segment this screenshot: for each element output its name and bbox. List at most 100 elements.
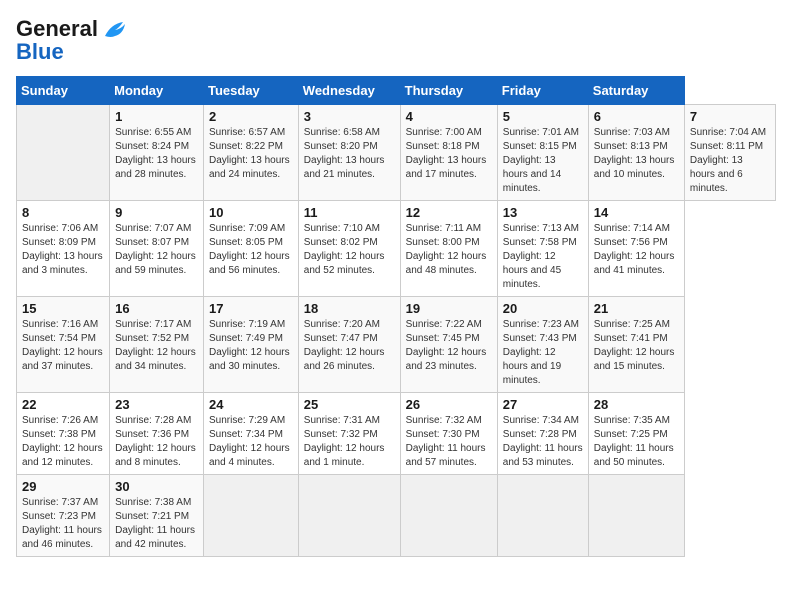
day-number: 28 — [594, 397, 679, 412]
day-number: 12 — [406, 205, 492, 220]
day-header-thursday: Thursday — [400, 77, 497, 105]
calendar-day-cell: 12 Sunrise: 7:11 AMSunset: 8:00 PMDayligh… — [400, 201, 497, 297]
day-number: 26 — [406, 397, 492, 412]
day-number: 19 — [406, 301, 492, 316]
day-info: Sunrise: 7:26 AMSunset: 7:38 PMDaylight:… — [22, 414, 104, 470]
calendar-day-cell — [298, 475, 400, 557]
day-number: 2 — [209, 109, 293, 124]
day-info: Sunrise: 7:35 AMSunset: 7:25 PMDaylight:… — [594, 414, 679, 470]
day-info: Sunrise: 6:55 AMSunset: 8:24 PMDaylight:… — [115, 126, 198, 182]
day-number: 30 — [115, 479, 198, 494]
calendar-day-cell: 9Sunrise: 7:07 AMSunset: 8:07 PMDaylight… — [110, 201, 204, 297]
day-header-friday: Friday — [497, 77, 588, 105]
calendar-day-cell: 3 Sunrise: 6:58 AMSunset: 8:20 PMDaylight… — [298, 105, 400, 201]
calendar-day-cell: 28 Sunrise: 7:35 AMSunset: 7:25 PMDayligh… — [588, 393, 684, 475]
day-info: Sunrise: 7:28 AMSunset: 7:36 PMDaylight:… — [115, 414, 198, 470]
day-info: Sunrise: 6:58 AMSunset: 8:20 PMDaylight:… — [304, 126, 395, 182]
day-number: 17 — [209, 301, 293, 316]
calendar-day-cell: 1 Sunrise: 6:55 AMSunset: 8:24 PMDaylight… — [110, 105, 204, 201]
calendar-day-cell: 2 Sunrise: 6:57 AMSunset: 8:22 PMDaylight… — [204, 105, 299, 201]
calendar-day-cell: 18 Sunrise: 7:20 AMSunset: 7:47 PMDayligh… — [298, 297, 400, 393]
day-info: Sunrise: 7:14 AMSunset: 7:56 PMDaylight:… — [594, 222, 679, 278]
calendar-day-cell — [400, 475, 497, 557]
calendar-day-cell: 29 Sunrise: 7:37 AMSunset: 7:23 PMDayligh… — [17, 475, 110, 557]
day-number: 18 — [304, 301, 395, 316]
calendar-week-row: 8 Sunrise: 7:06 AMSunset: 8:09 PMDaylight… — [17, 201, 776, 297]
calendar-header-row: SundayMondayTuesdayWednesdayThursdayFrid… — [17, 77, 776, 105]
calendar-day-cell: 4Sunrise: 7:00 AMSunset: 8:18 PMDaylight… — [400, 105, 497, 201]
day-info: Sunrise: 7:29 AMSunset: 7:34 PMDaylight:… — [209, 414, 293, 470]
day-info: Sunrise: 7:11 AMSunset: 8:00 PMDaylight:… — [406, 222, 492, 278]
calendar-day-cell: 13Sunrise: 7:13 AMSunset: 7:58 PMDayligh… — [497, 201, 588, 297]
day-number: 21 — [594, 301, 679, 316]
day-number: 13 — [503, 205, 583, 220]
calendar-day-cell: 15 Sunrise: 7:16 AMSunset: 7:54 PMDayligh… — [17, 297, 110, 393]
day-number: 24 — [209, 397, 293, 412]
calendar-day-cell: 14 Sunrise: 7:14 AMSunset: 7:56 PMDayligh… — [588, 201, 684, 297]
day-info: Sunrise: 7:23 AMSunset: 7:43 PMDaylight:… — [503, 318, 583, 388]
day-number: 20 — [503, 301, 583, 316]
day-number: 16 — [115, 301, 198, 316]
calendar-week-row: 29 Sunrise: 7:37 AMSunset: 7:23 PMDayligh… — [17, 475, 776, 557]
day-info: Sunrise: 7:22 AMSunset: 7:45 PMDaylight:… — [406, 318, 492, 374]
day-info: Sunrise: 7:07 AMSunset: 8:07 PMDaylight:… — [115, 222, 198, 278]
calendar-day-cell: 5 Sunrise: 7:01 AMSunset: 8:15 PMDaylight… — [497, 105, 588, 201]
calendar-day-cell: 26 Sunrise: 7:32 AMSunset: 7:30 PMDayligh… — [400, 393, 497, 475]
day-number: 5 — [503, 109, 583, 124]
calendar-day-cell: 25 Sunrise: 7:31 AMSunset: 7:32 PMDayligh… — [298, 393, 400, 475]
logo: General Blue — [16, 16, 129, 64]
day-info: Sunrise: 7:09 AMSunset: 8:05 PMDaylight:… — [209, 222, 293, 278]
calendar-day-cell: 11 Sunrise: 7:10 AMSunset: 8:02 PMDayligh… — [298, 201, 400, 297]
day-header-wednesday: Wednesday — [298, 77, 400, 105]
calendar-day-cell — [497, 475, 588, 557]
calendar-day-cell: 17 Sunrise: 7:19 AMSunset: 7:49 PMDayligh… — [204, 297, 299, 393]
day-number: 25 — [304, 397, 395, 412]
day-info: Sunrise: 7:37 AMSunset: 7:23 PMDaylight:… — [22, 496, 104, 552]
day-info: Sunrise: 7:01 AMSunset: 8:15 PMDaylight:… — [503, 126, 583, 196]
day-number: 14 — [594, 205, 679, 220]
day-info: Sunrise: 7:38 AMSunset: 7:21 PMDaylight:… — [115, 496, 198, 552]
day-info: Sunrise: 7:19 AMSunset: 7:49 PMDaylight:… — [209, 318, 293, 374]
day-info: Sunrise: 7:10 AMSunset: 8:02 PMDaylight:… — [304, 222, 395, 278]
calendar-day-cell: 21Sunrise: 7:25 AMSunset: 7:41 PMDayligh… — [588, 297, 684, 393]
calendar-day-cell — [204, 475, 299, 557]
day-info: Sunrise: 7:17 AMSunset: 7:52 PMDaylight:… — [115, 318, 198, 374]
day-number: 3 — [304, 109, 395, 124]
day-info: Sunrise: 6:57 AMSunset: 8:22 PMDaylight:… — [209, 126, 293, 182]
day-number: 29 — [22, 479, 104, 494]
day-info: Sunrise: 7:00 AMSunset: 8:18 PMDaylight:… — [406, 126, 492, 182]
day-number: 7 — [690, 109, 770, 124]
day-number: 27 — [503, 397, 583, 412]
calendar-week-row: 1 Sunrise: 6:55 AMSunset: 8:24 PMDaylight… — [17, 105, 776, 201]
calendar-day-cell: 16 Sunrise: 7:17 AMSunset: 7:52 PMDayligh… — [110, 297, 204, 393]
day-number: 15 — [22, 301, 104, 316]
calendar-day-cell: 24 Sunrise: 7:29 AMSunset: 7:34 PMDayligh… — [204, 393, 299, 475]
calendar-day-cell: 10 Sunrise: 7:09 AMSunset: 8:05 PMDayligh… — [204, 201, 299, 297]
day-info: Sunrise: 7:20 AMSunset: 7:47 PMDaylight:… — [304, 318, 395, 374]
calendar-day-cell: 8 Sunrise: 7:06 AMSunset: 8:09 PMDaylight… — [17, 201, 110, 297]
day-number: 22 — [22, 397, 104, 412]
day-number: 11 — [304, 205, 395, 220]
calendar-day-cell — [588, 475, 684, 557]
day-info: Sunrise: 7:31 AMSunset: 7:32 PMDaylight:… — [304, 414, 395, 470]
day-number: 10 — [209, 205, 293, 220]
page-header: General Blue — [16, 16, 776, 64]
day-number: 8 — [22, 205, 104, 220]
day-info: Sunrise: 7:03 AMSunset: 8:13 PMDaylight:… — [594, 126, 679, 182]
day-info: Sunrise: 7:06 AMSunset: 8:09 PMDaylight:… — [22, 222, 104, 278]
day-header-sunday: Sunday — [17, 77, 110, 105]
calendar-day-cell: 19 Sunrise: 7:22 AMSunset: 7:45 PMDayligh… — [400, 297, 497, 393]
day-number: 6 — [594, 109, 679, 124]
calendar-day-cell: 30 Sunrise: 7:38 AMSunset: 7:21 PMDayligh… — [110, 475, 204, 557]
calendar-week-row: 15 Sunrise: 7:16 AMSunset: 7:54 PMDayligh… — [17, 297, 776, 393]
calendar-day-cell: 22 Sunrise: 7:26 AMSunset: 7:38 PMDayligh… — [17, 393, 110, 475]
day-header-monday: Monday — [110, 77, 204, 105]
day-header-tuesday: Tuesday — [204, 77, 299, 105]
logo-line1: General — [16, 16, 98, 41]
logo-bird-icon — [101, 16, 129, 44]
day-info: Sunrise: 7:32 AMSunset: 7:30 PMDaylight:… — [406, 414, 492, 470]
day-number: 1 — [115, 109, 198, 124]
calendar-week-row: 22 Sunrise: 7:26 AMSunset: 7:38 PMDayligh… — [17, 393, 776, 475]
calendar-day-cell: 27Sunrise: 7:34 AMSunset: 7:28 PMDayligh… — [497, 393, 588, 475]
day-info: Sunrise: 7:16 AMSunset: 7:54 PMDaylight:… — [22, 318, 104, 374]
